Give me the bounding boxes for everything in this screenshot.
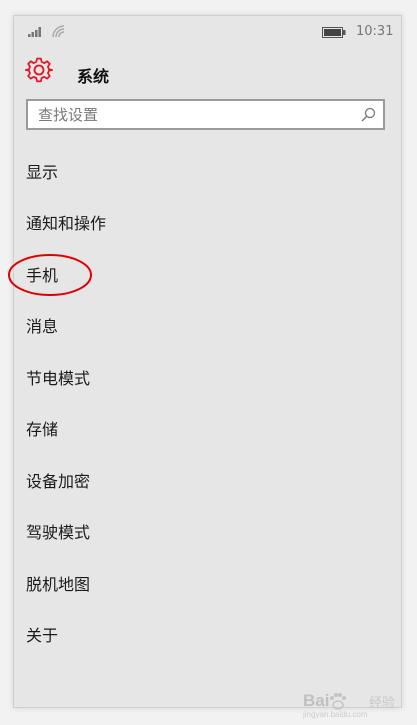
watermark-brand: Bai bbox=[303, 691, 330, 710]
phone-screen: 10:31 系统 显示 通知和操作 bbox=[8, 15, 402, 708]
menu-item-label: 节电模式 bbox=[26, 369, 91, 388]
menu-item-offline-maps[interactable]: 脱机地图 bbox=[14, 558, 401, 602]
menu-item-label: 手机 bbox=[26, 266, 59, 285]
menu-item-about[interactable]: 关于 bbox=[14, 609, 401, 653]
status-time: 10:31 bbox=[356, 24, 394, 39]
menu-item-device-encryption[interactable]: 设备加密 bbox=[14, 455, 401, 499]
menu-item-label: 消息 bbox=[26, 317, 59, 336]
menu-item-battery-saver[interactable]: 节电模式 bbox=[14, 352, 401, 396]
page-title: 系统 bbox=[77, 67, 110, 86]
screenshot-frame: 10:31 系统 显示 通知和操作 bbox=[0, 0, 417, 725]
wifi-icon bbox=[52, 25, 65, 38]
menu-item-storage[interactable]: 存储 bbox=[14, 403, 401, 447]
search-input[interactable] bbox=[28, 101, 368, 128]
status-bar: 10:31 bbox=[14, 16, 401, 50]
menu-item-label: 存储 bbox=[26, 420, 59, 439]
menu-item-label: 驾驶模式 bbox=[26, 523, 91, 542]
menu-item-label: 通知和操作 bbox=[26, 214, 107, 233]
battery-icon bbox=[322, 27, 346, 38]
signal-bars-icon bbox=[28, 27, 41, 37]
menu-item-label: 关于 bbox=[26, 626, 59, 645]
menu-item-messaging[interactable]: 消息 bbox=[14, 300, 401, 344]
search-box[interactable] bbox=[26, 99, 385, 130]
menu-item-driving-mode[interactable]: 驾驶模式 bbox=[14, 506, 401, 550]
watermark-label: 经验 bbox=[369, 696, 396, 711]
gear-icon bbox=[25, 57, 53, 83]
menu-item-label: 显示 bbox=[26, 163, 59, 182]
menu-item-label: 脱机地图 bbox=[26, 575, 91, 594]
baidu-watermark: Bai 经验 jingyan.baidu.com bbox=[279, 689, 399, 719]
menu-item-display[interactable]: 显示 bbox=[14, 146, 401, 190]
menu-item-notifications-actions[interactable]: 通知和操作 bbox=[14, 197, 401, 241]
settings-header: 系统 bbox=[14, 54, 401, 92]
menu-item-label: 设备加密 bbox=[26, 472, 91, 491]
watermark-url: jingyan.baidu.com bbox=[303, 710, 368, 719]
menu-item-phone[interactable]: 手机 bbox=[14, 249, 401, 293]
search-icon[interactable] bbox=[361, 107, 376, 122]
